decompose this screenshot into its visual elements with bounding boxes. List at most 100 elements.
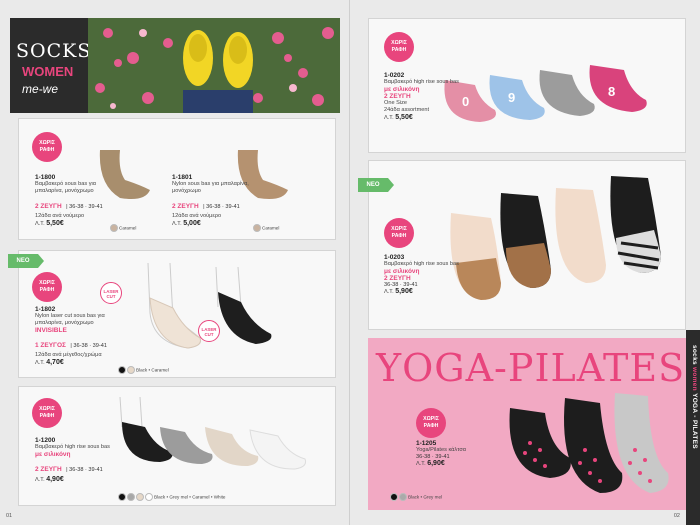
header-title: SOCKS xyxy=(16,40,92,62)
header-subtitle: WOMEN xyxy=(22,64,74,79)
price-label: Λ.Τ. xyxy=(35,477,45,483)
sizes: | 36-38 · 39-41 xyxy=(66,467,103,473)
product-info-0203: 1-0203 Βαμβακερό high rise sous bas με σ… xyxy=(384,254,464,295)
swatch-black xyxy=(118,365,126,374)
pairs: 2 ΖΕΥΓΗ xyxy=(35,466,62,473)
pairs: 2 ΖΕΥΓΗ xyxy=(384,93,411,100)
svg-text:8: 8 xyxy=(608,84,615,99)
product-info-1200: 1-1200 Βαμβακερό high rise sous bas με σ… xyxy=(35,437,120,483)
price: 4,70€ xyxy=(46,359,64,366)
right-page: ΧΩΡΙΣ ΡΑΦΗ 0 9 8 1-0202 Βαμβακερό high r… xyxy=(350,0,700,525)
swatch-grey xyxy=(399,492,407,501)
swatch-caramel xyxy=(127,365,135,374)
seamless-badge: ΧΩΡΙΣ ΡΑΦΗ xyxy=(32,132,62,162)
laser-cut-callout: LASER CUT xyxy=(100,282,122,304)
color-label: Caramel xyxy=(262,225,280,231)
side-tab-text: socks women YOGA - PILATES xyxy=(691,345,698,449)
product-code: 1-1800 xyxy=(35,174,56,181)
sizes: | 36-38 · 39-41 xyxy=(203,204,240,210)
price: 6,90€ xyxy=(427,460,445,467)
product-info-1801: 1-1801 Nylon sous bas για μπαλαρίνα, μον… xyxy=(172,174,262,227)
svg-text:9: 9 xyxy=(508,90,515,105)
sizes: | 36-38 · 39-41 xyxy=(66,204,103,210)
seamless-badge: ΧΩΡΙΣ ΡΑΦΗ xyxy=(32,272,62,302)
pairs: 2 ΖΕΥΓΗ xyxy=(172,203,199,210)
colors-1801: Caramel xyxy=(253,219,279,237)
product-info-1800: 1-1800 Βαμβακερό sous bas για μπαλαρίνα,… xyxy=(35,174,120,227)
laser-cut-callout: LASER CUT xyxy=(198,320,220,342)
price-label: Λ.Τ. xyxy=(416,461,426,467)
side-tab-yoga: YOGA - PILATES xyxy=(691,393,698,449)
product-desc: Nylon laser cut sous bas για μπαλαρίνα, … xyxy=(35,313,105,326)
pack: 12άδα ανά νούμερο xyxy=(35,213,85,219)
price-label: Λ.Τ. xyxy=(384,289,394,295)
price: 4,90€ xyxy=(46,476,64,483)
colors-1802: Black • Caramel xyxy=(118,361,169,379)
seamless-badge: ΧΩΡΙΣ ΡΑΦΗ xyxy=(32,398,62,428)
color-label: Black • Caramel xyxy=(136,367,169,373)
highlight: με σιλικόνη xyxy=(35,451,71,458)
highlight: με σιλικόνη xyxy=(384,86,420,93)
product-code: 1-0203 xyxy=(384,254,405,261)
pairs: 2 ΖΕΥΓΗ xyxy=(384,275,411,282)
product-code: 1-1205 xyxy=(416,440,437,447)
price-label: Λ.Τ. xyxy=(172,221,182,227)
header-photo xyxy=(88,18,340,113)
swatch-grey xyxy=(127,492,135,501)
new-tag: ΝΕΟ xyxy=(358,178,394,192)
product-desc: Yoga/Pilates κάλτσα xyxy=(416,447,467,453)
price: 5,90€ xyxy=(395,288,413,295)
page-number-left: 01 xyxy=(6,513,13,519)
price-label: Λ.Τ. xyxy=(384,115,394,121)
swatch-black xyxy=(390,492,398,501)
product-code: 1-1200 xyxy=(35,437,56,444)
page-number-right: 02 xyxy=(673,513,680,519)
swatch-caramel xyxy=(253,223,261,232)
swatch-caramel xyxy=(110,223,118,232)
colors-1800: Caramel xyxy=(110,219,136,237)
swatch-black xyxy=(118,492,126,501)
swatch-caramel xyxy=(136,492,144,501)
color-label: Black • Grey mel • Caramel • White xyxy=(154,494,226,500)
seamless-badge: ΧΩΡΙΣ ΡΑΦΗ xyxy=(416,408,446,438)
highlight: INVISIBLE xyxy=(35,327,67,334)
left-page: SOCKS WOMEN me-we ΧΩΡΙΣ ΡΑΦΗ 1-1800 Βαμβ… xyxy=(0,0,350,525)
pack: 24άδα assortment xyxy=(384,107,430,113)
product-code: 1-0202 xyxy=(384,72,405,79)
product-desc: Βαμβακερό sous bas για μπαλαρίνα, μονόχρ… xyxy=(35,181,96,194)
product-code: 1-1802 xyxy=(35,306,56,313)
product-desc: Nylon sous bas για μπαλαρίνα, μονόχρωμο xyxy=(172,181,249,194)
pairs: 1 ΖΕΥΓΟΣ xyxy=(35,342,66,349)
seamless-badge: ΧΩΡΙΣ ΡΑΦΗ xyxy=(384,218,414,248)
sock-image-0202: 0 9 8 xyxy=(444,65,647,122)
sock-image-1802-black xyxy=(215,266,272,344)
side-tab-socks: socks xyxy=(691,345,698,365)
price: 5,50€ xyxy=(46,220,64,227)
price-label: Λ.Τ. xyxy=(35,221,45,227)
sizes: | 36-38 · 39-41 xyxy=(70,343,107,349)
highlight: με σιλικόνη xyxy=(384,268,420,275)
product-desc: Βαμβακερό high rise sous bas xyxy=(384,79,459,85)
product-info-0202: 1-0202 Βαμβακερό high rise sous bas με σ… xyxy=(384,72,469,121)
sock-image-1200 xyxy=(119,396,306,470)
sock-image-0203 xyxy=(450,176,661,300)
pack: 12άδα ανά μέγεθος/χρώμα xyxy=(35,352,102,358)
sock-image-1205 xyxy=(509,393,669,493)
product-info-1802: 1-1802 Nylon laser cut sous bas για μπαλ… xyxy=(35,306,130,366)
price-label: Λ.Τ. xyxy=(35,360,45,366)
product-desc: Βαμβακερό high rise sous bas xyxy=(35,444,110,450)
price: 5,50€ xyxy=(395,114,413,121)
side-tab-women: women xyxy=(691,367,698,391)
new-tag: ΝΕΟ xyxy=(8,254,44,268)
seamless-badge: ΧΩΡΙΣ ΡΑΦΗ xyxy=(384,32,414,62)
pairs: 2 ΖΕΥΓΗ xyxy=(35,203,62,210)
colors-1200: Black • Grey mel • Caramel • White xyxy=(118,488,225,506)
colors-1205: Black • Grey mel xyxy=(390,488,442,506)
pack: 12άδα ανά νούμερο xyxy=(172,213,222,219)
product-code: 1-1801 xyxy=(172,174,193,181)
brand-logo: me-we xyxy=(22,82,59,96)
product-info-1205: 1-1205 Yoga/Pilates κάλτσα 36-38 · 39-41… xyxy=(416,440,496,467)
color-label: Black • Grey mel xyxy=(408,494,443,500)
product-desc: Βαμβακερό high rise sous bas xyxy=(384,261,459,267)
size-note: One Size xyxy=(384,100,408,106)
